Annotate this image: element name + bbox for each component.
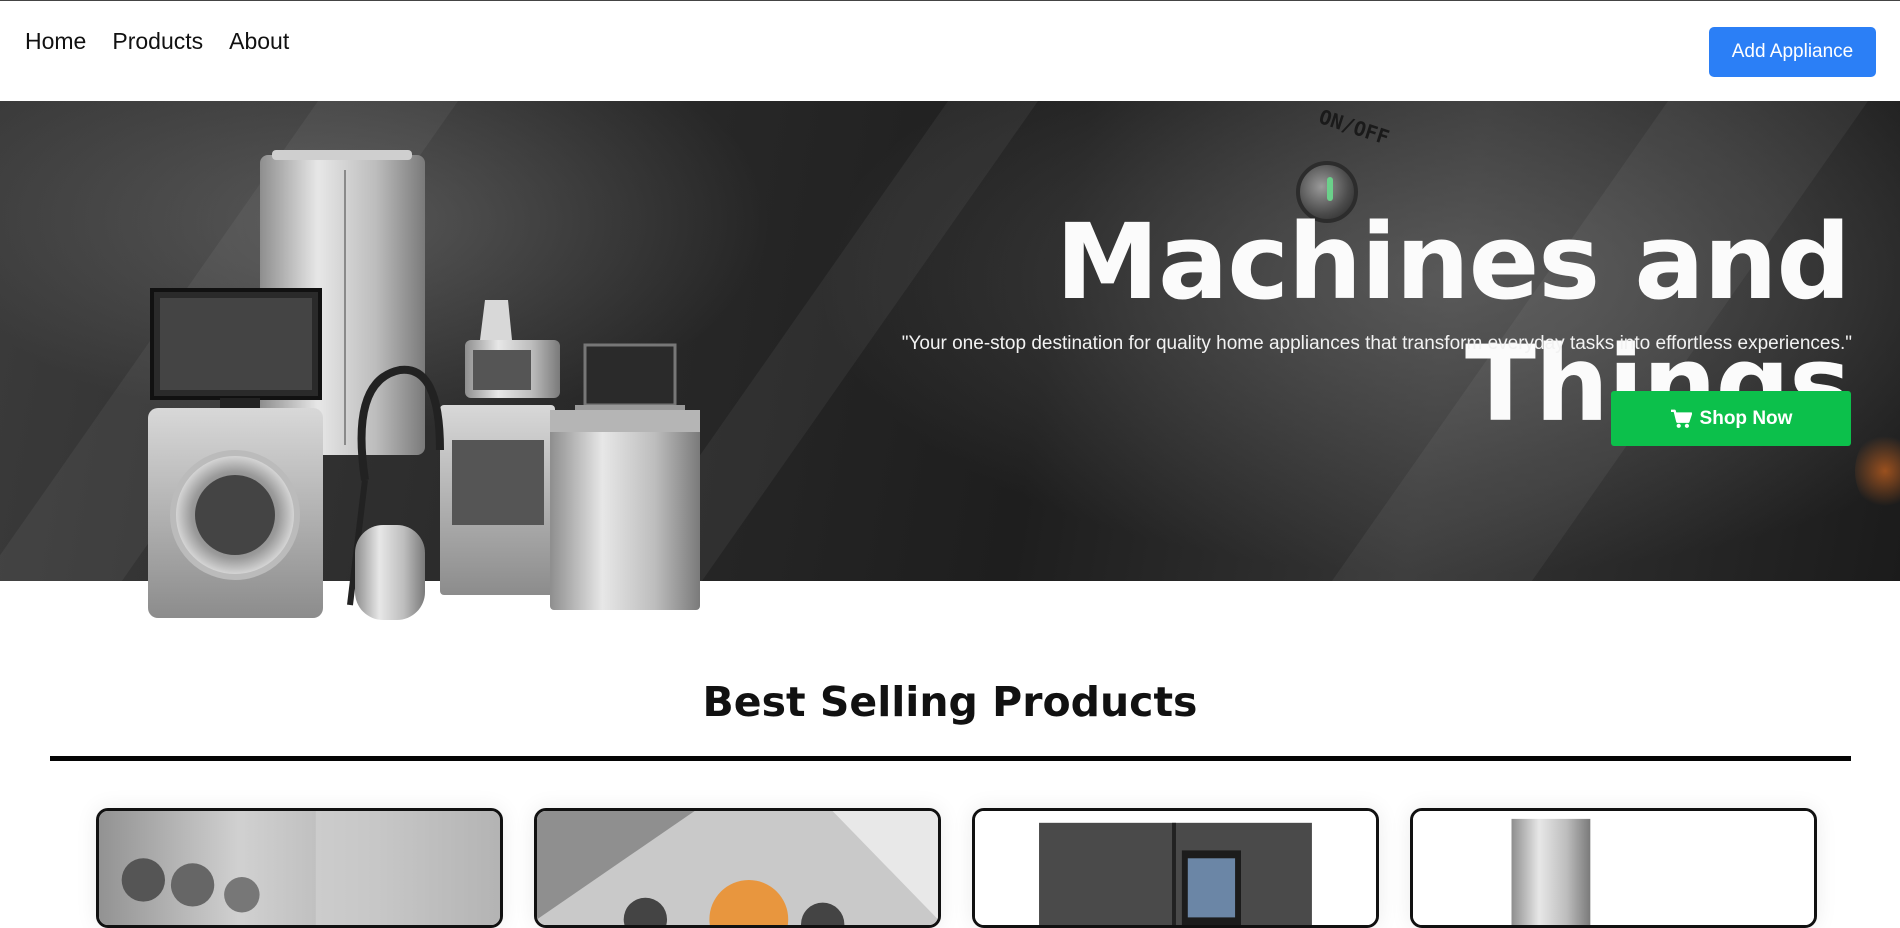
nav-links: Home Products About (25, 28, 289, 55)
nav-link-home[interactable]: Home (25, 28, 86, 55)
add-appliance-button[interactable]: Add Appliance (1709, 27, 1876, 77)
product-image (99, 811, 500, 925)
product-image (537, 811, 938, 925)
product-card[interactable] (972, 808, 1379, 928)
shopping-cart-icon (1670, 409, 1692, 428)
product-image (1413, 811, 1814, 925)
shop-now-label: Shop Now (1699, 407, 1793, 429)
product-card[interactable] (96, 808, 503, 928)
product-card[interactable] (1410, 808, 1817, 928)
section-divider (50, 756, 1851, 761)
nav-link-products[interactable]: Products (112, 28, 203, 55)
onoff-label: ON/OFF (1316, 104, 1393, 150)
appliances-image (148, 150, 700, 620)
product-card[interactable] (534, 808, 941, 928)
navbar: Home Products About Add Appliance (0, 1, 1900, 101)
section-title: Best Selling Products (702, 678, 1198, 726)
background-glow (1855, 431, 1900, 511)
shop-now-button[interactable]: Shop Now (1611, 391, 1851, 446)
nav-link-about[interactable]: About (229, 28, 289, 55)
hero-subtitle: "Your one-stop destination for quality h… (901, 333, 1852, 354)
product-image (975, 811, 1376, 925)
